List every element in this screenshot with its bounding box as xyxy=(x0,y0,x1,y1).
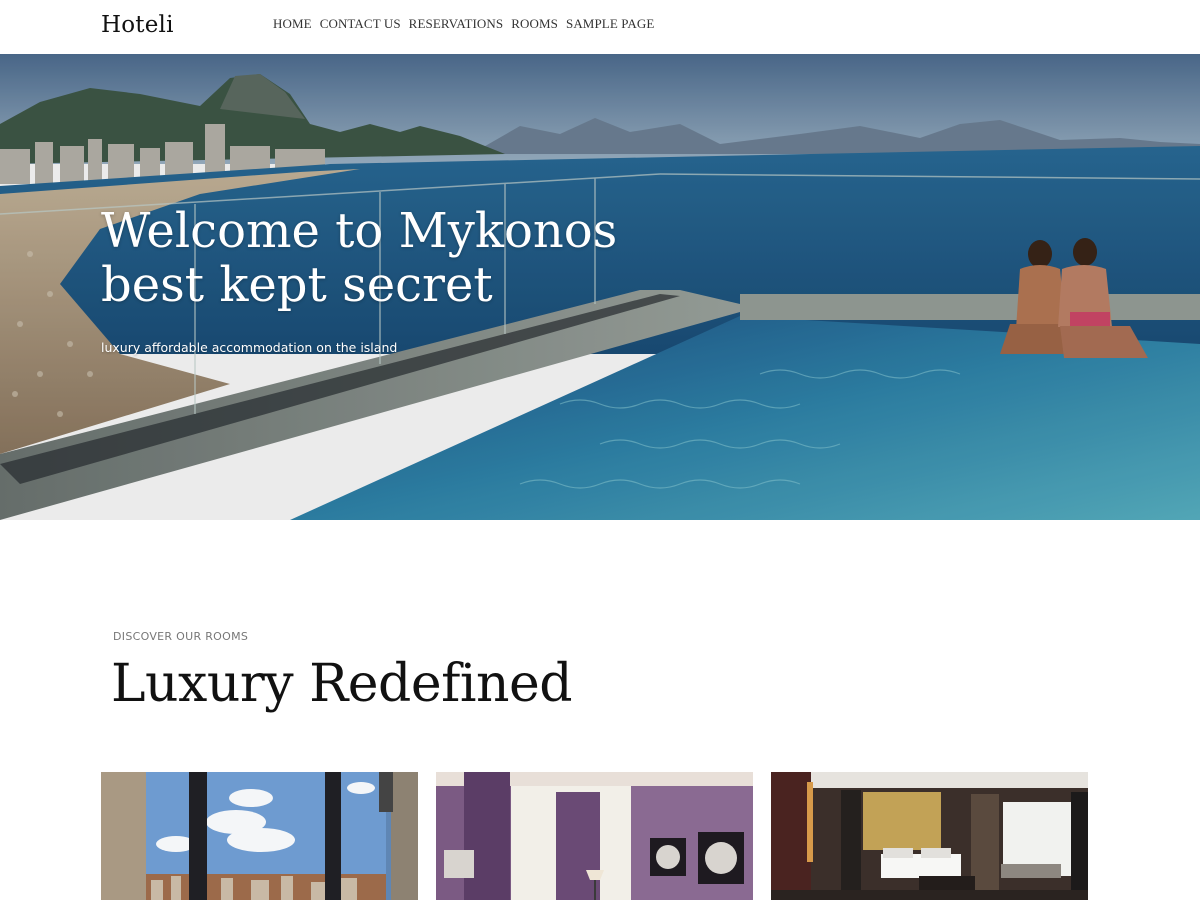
hotel-suite-photo xyxy=(771,772,1088,900)
window-city-view-photo xyxy=(101,772,418,900)
purple-bedroom-photo xyxy=(436,772,753,900)
hero-title: Welcome to Mykonos best kept secret xyxy=(101,204,661,312)
nav-contact-us[interactable]: CONTACT US xyxy=(320,16,401,32)
nav-sample-page[interactable]: SAMPLE PAGE xyxy=(566,16,654,32)
rooms-eyebrow: DISCOVER OUR ROOMS xyxy=(113,630,249,643)
room-card-1[interactable] xyxy=(101,772,418,900)
room-card-3[interactable] xyxy=(771,772,1088,900)
rooms-title: Luxury Redefined xyxy=(111,654,573,714)
hero-banner: Welcome to Mykonos best kept secret luxu… xyxy=(0,54,1200,520)
nav-home[interactable]: HOME xyxy=(273,16,312,32)
main-nav: HOME CONTACT US RESERVATIONS ROOMS SAMPL… xyxy=(273,16,662,32)
site-logo[interactable]: Hoteli xyxy=(101,12,174,38)
hero-subtitle: luxury affordable accommodation on the i… xyxy=(101,340,398,355)
site-header: Hoteli HOME CONTACT US RESERVATIONS ROOM… xyxy=(0,0,1200,55)
room-card-2[interactable] xyxy=(436,772,753,900)
nav-rooms[interactable]: ROOMS xyxy=(511,16,558,32)
hero-title-line1: Welcome to Mykonos xyxy=(101,203,618,259)
hero-title-line2: best kept secret xyxy=(101,257,493,313)
nav-reservations[interactable]: RESERVATIONS xyxy=(409,16,504,32)
